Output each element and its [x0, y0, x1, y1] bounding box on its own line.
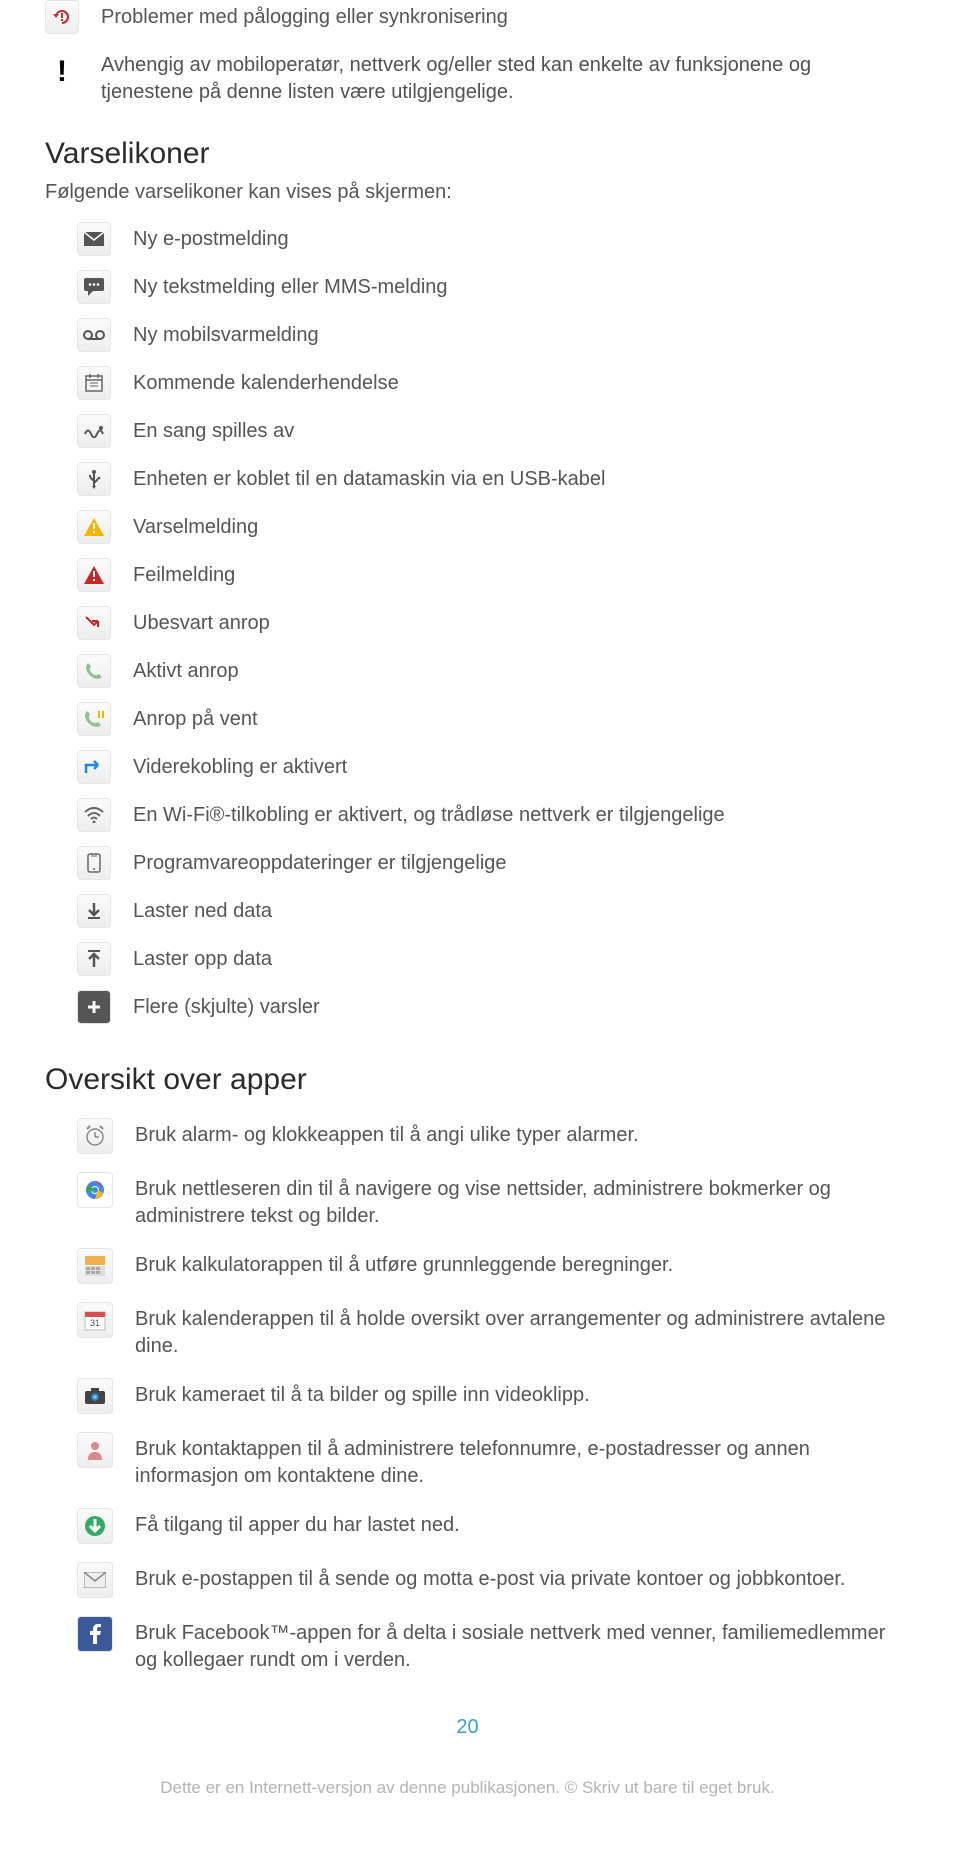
list-item: Bruk kontaktappen til å administrere tel…: [77, 1432, 890, 1490]
page-content: Problemer med pålogging eller synkronise…: [0, 0, 960, 1800]
list-item: Ny tekstmelding eller MMS-melding: [77, 270, 890, 304]
list-item-label: Flere (skjulte) varsler: [133, 990, 890, 1021]
calendar-event-icon: [77, 366, 111, 400]
list-item: En sang spilles av: [77, 414, 890, 448]
list-item: Ny mobilsvarmelding: [77, 318, 890, 352]
camera-icon: [77, 1378, 113, 1414]
list-item: Problemer med pålogging eller synkronise…: [45, 0, 890, 34]
list-item-label: Bruk nettleseren din til å navigere og v…: [135, 1172, 890, 1230]
list-item-label: En Wi-Fi®-tilkobling er aktivert, og trå…: [133, 798, 890, 829]
list-item: Enheten er koblet til en datamaskin via …: [77, 462, 890, 496]
list-item: En Wi-Fi®-tilkobling er aktivert, og trå…: [77, 798, 890, 832]
page-number: 20: [45, 1714, 890, 1741]
call-forward-icon: [77, 750, 111, 784]
list-item-label: Bruk kameraet til å ta bilder og spille …: [135, 1378, 890, 1409]
warning-note-text: Avhengig av mobiloperatør, nettverk og/e…: [101, 52, 890, 106]
footer-text: Dette er en Internett-versjon av denne p…: [45, 1777, 890, 1800]
wifi-icon: [77, 798, 111, 832]
list-item: Aktivt anrop: [77, 654, 890, 688]
calculator-icon: [77, 1248, 113, 1284]
list-item-label: Ubesvart anrop: [133, 606, 890, 637]
list-item-label: Laster opp data: [133, 942, 890, 973]
list-item-label: Viderekobling er aktivert: [133, 750, 890, 781]
missed-call-icon: [77, 606, 111, 640]
section-heading-apps: Oversikt over apper: [45, 1060, 890, 1101]
list-item-label: Bruk kalenderappen til å holde oversikt …: [135, 1302, 890, 1360]
list-item: Få tilgang til apper du har lastet ned.: [77, 1508, 890, 1544]
section-subhead-varselikoner: Følgende varselikoner kan vises på skjer…: [45, 179, 890, 206]
list-item-label: Varselmelding: [133, 510, 890, 541]
browser-icon: [77, 1172, 113, 1208]
email-icon: [77, 222, 111, 256]
download-icon: [77, 894, 111, 928]
downloads-app-icon: [77, 1508, 113, 1544]
contacts-icon: [77, 1432, 113, 1468]
upload-icon: [77, 942, 111, 976]
list-item: Bruk e-postappen til å sende og motta e-…: [77, 1562, 890, 1598]
list-item: Bruk alarm- og klokkeappen til å angi ul…: [77, 1118, 890, 1154]
varselikoner-list: Ny e-postmelding Ny tekstmelding eller M…: [45, 222, 890, 1024]
list-item-label: Laster ned data: [133, 894, 890, 925]
list-item: Kommende kalenderhendelse: [77, 366, 890, 400]
alarm-clock-icon: [77, 1118, 113, 1154]
list-item: 31 Bruk kalenderappen til å holde oversi…: [77, 1302, 890, 1360]
list-item: Ny e-postmelding: [77, 222, 890, 256]
sync-problem-icon: [45, 0, 79, 34]
sms-icon: [77, 270, 111, 304]
usb-icon: [77, 462, 111, 496]
list-item-label: Ny mobilsvarmelding: [133, 318, 890, 349]
list-item: Anrop på vent: [77, 702, 890, 736]
list-item-label: Feilmelding: [133, 558, 890, 589]
list-item-label: Kommende kalenderhendelse: [133, 366, 890, 397]
list-item-label: Aktivt anrop: [133, 654, 890, 685]
error-icon: [77, 558, 111, 592]
list-item: Bruk kalkulatorappen til å utføre grunnl…: [77, 1248, 890, 1284]
exclamation-icon: !: [45, 52, 79, 93]
svg-text:31: 31: [90, 1318, 100, 1328]
calendar-app-icon: 31: [77, 1302, 113, 1338]
facebook-icon: [77, 1616, 113, 1652]
list-item-label: Bruk kalkulatorappen til å utføre grunnl…: [135, 1248, 890, 1279]
list-item: Laster ned data: [77, 894, 890, 928]
call-on-hold-icon: [77, 702, 111, 736]
list-item: Feilmelding: [77, 558, 890, 592]
list-item: Bruk kameraet til å ta bilder og spille …: [77, 1378, 890, 1414]
warning-icon: [77, 510, 111, 544]
list-item-label: Få tilgang til apper du har lastet ned.: [135, 1508, 890, 1539]
section-heading-varselikoner: Varselikoner: [45, 134, 890, 175]
list-item: Varselmelding: [77, 510, 890, 544]
email-app-icon: [77, 1562, 113, 1598]
list-item: Laster opp data: [77, 942, 890, 976]
list-item-label: Bruk kontaktappen til å administrere tel…: [135, 1432, 890, 1490]
software-update-icon: [77, 846, 111, 880]
voicemail-icon: [77, 318, 111, 352]
list-item-label: Programvareoppdateringer er tilgjengelig…: [133, 846, 890, 877]
list-item: Bruk Facebook™-appen for å delta i sosia…: [77, 1616, 890, 1674]
list-item-label: Anrop på vent: [133, 702, 890, 733]
music-playing-icon: [77, 414, 111, 448]
list-item-label: Bruk Facebook™-appen for å delta i sosia…: [135, 1616, 890, 1674]
active-call-icon: [77, 654, 111, 688]
list-item-label: En sang spilles av: [133, 414, 890, 445]
list-item: Flere (skjulte) varsler: [77, 990, 890, 1024]
list-item-label: Bruk e-postappen til å sende og motta e-…: [135, 1562, 890, 1593]
more-notifications-icon: [77, 990, 111, 1024]
list-item: Viderekobling er aktivert: [77, 750, 890, 784]
list-item: Programvareoppdateringer er tilgjengelig…: [77, 846, 890, 880]
warning-note: ! Avhengig av mobiloperatør, nettverk og…: [45, 52, 890, 106]
list-item: Ubesvart anrop: [77, 606, 890, 640]
list-item-label: Ny tekstmelding eller MMS-melding: [133, 270, 890, 301]
list-item-label: Ny e-postmelding: [133, 222, 890, 253]
apps-list: Bruk alarm- og klokkeappen til å angi ul…: [45, 1118, 890, 1674]
list-item-label: Bruk alarm- og klokkeappen til å angi ul…: [135, 1118, 890, 1149]
list-item-label: Enheten er koblet til en datamaskin via …: [133, 462, 890, 493]
list-item-label: Problemer med pålogging eller synkronise…: [101, 0, 890, 31]
list-item: Bruk nettleseren din til å navigere og v…: [77, 1172, 890, 1230]
